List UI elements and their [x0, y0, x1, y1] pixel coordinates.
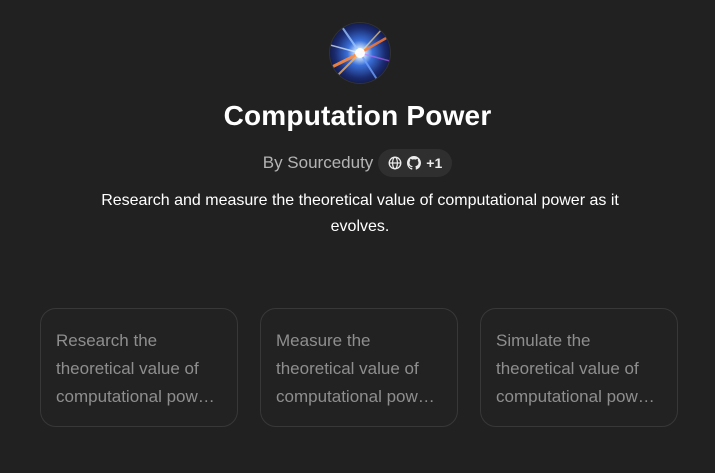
- conversation-starter-text: Measure the theoretical value of computa…: [276, 331, 433, 406]
- gpt-home: Computation Power By Sourceduty +1 Resea…: [0, 0, 715, 473]
- gpt-title: Computation Power: [223, 100, 492, 131]
- github-icon: [407, 156, 422, 170]
- globe-icon: [388, 156, 402, 170]
- byline: By Sourceduty +1: [0, 149, 715, 177]
- conversation-starter-text: Research the theoretical value of comput…: [56, 331, 213, 406]
- conversation-starter-3[interactable]: Simulate the theoretical value of comput…: [480, 308, 678, 427]
- author-name: By Sourceduty: [262, 153, 374, 172]
- conversation-starter-2[interactable]: Measure the theoretical value of computa…: [260, 308, 458, 427]
- light-tunnel-image: [330, 23, 390, 83]
- gpt-avatar: [330, 23, 390, 83]
- conversation-starter-text: Simulate the theoretical value of comput…: [496, 331, 653, 406]
- gpt-description: Research and measure the theoretical val…: [101, 192, 619, 235]
- links-pill[interactable]: +1: [378, 149, 453, 177]
- conversation-starter-1[interactable]: Research the theoretical value of comput…: [40, 308, 238, 427]
- more-links-count: +1: [426, 155, 443, 171]
